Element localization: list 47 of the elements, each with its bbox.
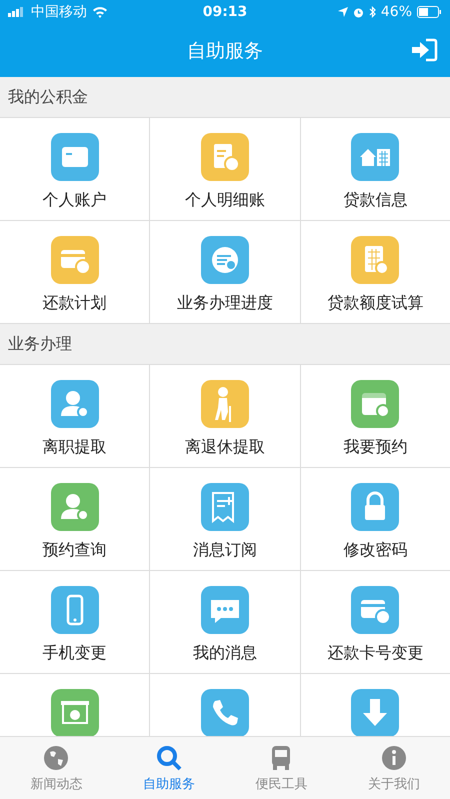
tile-label: 修改密码: [343, 540, 408, 561]
bluetooth-icon: [368, 6, 376, 18]
tile-label: 手机变更: [42, 643, 107, 664]
battery-icon: [417, 6, 442, 18]
tile-label: 个人明细账: [184, 190, 265, 211]
menu-tile[interactable]: 还款卡号变更: [300, 571, 450, 673]
tile-label: 我的消息: [192, 643, 257, 664]
menu-tile[interactable]: 个人明细账: [150, 118, 300, 220]
menu-tile[interactable]: 个人账户: [0, 118, 150, 220]
tile-label: 贷款额度试算: [327, 293, 424, 314]
carrier-name: 中国移动: [31, 3, 87, 21]
menu-tile[interactable]: 业务办理进度: [150, 221, 300, 323]
tile-label: 预约查询: [42, 540, 107, 561]
menu-tile[interactable]: 还款计划: [0, 221, 150, 323]
menu-tile[interactable]: 我的消息: [150, 571, 300, 673]
menu-tile[interactable]: 消息订阅: [150, 468, 300, 570]
tab-item[interactable]: 自助服务: [112, 737, 225, 799]
tile-label: 我要预约: [343, 437, 408, 458]
menu-tile[interactable]: 离退休提取: [150, 365, 300, 467]
menu-tile[interactable]: 离职提取: [0, 365, 150, 467]
section-title: 业务办理: [7, 333, 73, 355]
menu-tile[interactable]: 手机变更: [0, 571, 150, 673]
tile-label: 贷款信息: [343, 190, 408, 211]
tile-label: 消息订阅: [192, 540, 257, 561]
menu-tile[interactable]: 预约查询: [0, 468, 150, 570]
menu-tile[interactable]: 贷款信息: [300, 118, 450, 220]
globe-icon: [42, 744, 70, 772]
menu-tile[interactable]: 贷款额度试算: [300, 221, 450, 323]
wifi-icon: [92, 6, 108, 18]
battery-percent: 46%: [380, 4, 412, 20]
tile-label: 离退休提取: [184, 437, 265, 458]
page-title: 自助服务: [187, 38, 263, 64]
signal-icon: [8, 7, 26, 17]
section-title: 我的公积金: [7, 86, 89, 108]
tile-label: 还款卡号变更: [327, 643, 424, 664]
menu-tile[interactable]: 修改密码: [300, 468, 450, 570]
tile-label: 还款计划: [42, 293, 107, 314]
info-icon: [380, 744, 408, 772]
location-icon: [338, 7, 348, 17]
search-icon: [154, 744, 183, 772]
menu-tile[interactable]: 我要预约: [300, 365, 450, 467]
tile-label: 业务办理进度: [176, 293, 273, 314]
tile-label: 离职提取: [42, 437, 107, 458]
login-icon[interactable]: [410, 38, 438, 62]
alarm-icon: [352, 6, 364, 18]
tile-label: 个人账户: [42, 190, 107, 211]
clock-time: 09:13: [202, 4, 248, 20]
